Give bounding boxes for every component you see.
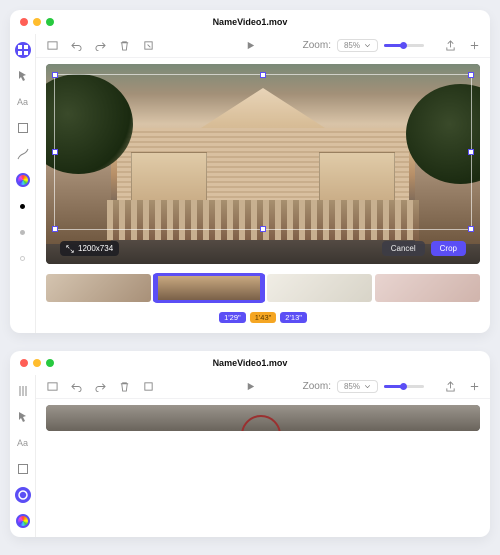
redo-icon[interactable] bbox=[94, 40, 106, 52]
trash-icon[interactable] bbox=[118, 40, 130, 52]
color-swatch-black[interactable] bbox=[15, 198, 31, 214]
crop-handle-tr[interactable] bbox=[468, 72, 474, 78]
shape-tool-icon[interactable] bbox=[15, 461, 31, 477]
zoom-window-button[interactable] bbox=[46, 359, 54, 367]
zoom-control: Zoom: 85% bbox=[303, 39, 424, 52]
text-tool-icon[interactable]: Aa bbox=[15, 435, 31, 451]
color-swatch-gray[interactable] bbox=[15, 224, 31, 240]
resize-icon bbox=[66, 245, 74, 253]
canvas-area bbox=[36, 399, 490, 431]
cursor-tool-icon[interactable] bbox=[15, 409, 31, 425]
video-stage[interactable]: 1200x734 Cancel Crop bbox=[46, 64, 480, 264]
titlebar: NameVideo1.mov bbox=[10, 351, 490, 375]
window-title: NameVideo1.mov bbox=[10, 17, 490, 27]
crop-button[interactable]: Crop bbox=[431, 241, 466, 256]
top-toolbar: Zoom: 85% bbox=[36, 375, 490, 399]
zoom-value: 85% bbox=[344, 41, 360, 50]
crop-handle-tl[interactable] bbox=[52, 72, 58, 78]
chevron-down-icon bbox=[364, 42, 371, 49]
time-marker[interactable]: 2'13" bbox=[280, 312, 307, 323]
zoom-value: 85% bbox=[344, 382, 360, 391]
titlebar: NameVideo1.mov bbox=[10, 10, 490, 34]
canvas-area: 1200x734 Cancel Crop bbox=[36, 58, 490, 268]
traffic-lights bbox=[20, 18, 54, 26]
zoom-label: Zoom: bbox=[303, 40, 331, 51]
pen-tool-icon[interactable] bbox=[15, 146, 31, 162]
zoom-dropdown[interactable]: 85% bbox=[337, 39, 378, 52]
editor-window-annotate: NameVideo1.mov Aa Zoom: 85 bbox=[10, 351, 490, 537]
trash-icon[interactable] bbox=[118, 381, 130, 393]
zoom-control: Zoom: 85% bbox=[303, 380, 424, 393]
minimize-window-button[interactable] bbox=[33, 359, 41, 367]
top-toolbar: Zoom: 85% bbox=[36, 34, 490, 58]
export-icon[interactable] bbox=[142, 381, 154, 393]
close-window-button[interactable] bbox=[20, 18, 28, 26]
color-wheel-icon[interactable] bbox=[15, 513, 31, 529]
crop-handle-tc[interactable] bbox=[260, 72, 266, 78]
traffic-lights bbox=[20, 359, 54, 367]
export-icon[interactable] bbox=[142, 40, 154, 52]
color-wheel-icon[interactable] bbox=[15, 172, 31, 188]
main-area: Zoom: 85% bbox=[36, 375, 490, 537]
time-marker-active[interactable]: 1'43" bbox=[250, 312, 277, 323]
play-icon[interactable] bbox=[244, 40, 256, 52]
video-stage[interactable] bbox=[46, 405, 480, 431]
grid-tool-icon[interactable] bbox=[15, 383, 31, 399]
circle-tool-icon[interactable] bbox=[15, 487, 31, 503]
clip-thumbnail[interactable] bbox=[46, 274, 151, 302]
color-swatch-white[interactable] bbox=[15, 250, 31, 266]
zoom-label: Zoom: bbox=[303, 381, 331, 392]
zoom-slider[interactable] bbox=[384, 385, 424, 388]
zoom-window-button[interactable] bbox=[46, 18, 54, 26]
share-icon[interactable] bbox=[444, 381, 456, 393]
window-title: NameVideo1.mov bbox=[10, 358, 490, 368]
tool-sidebar: Aa bbox=[10, 34, 36, 333]
crop-handle-ml[interactable] bbox=[52, 149, 58, 155]
time-marker[interactable]: 1'29" bbox=[219, 312, 246, 323]
main-area: Zoom: 85% bbox=[36, 34, 490, 333]
add-icon[interactable] bbox=[468, 381, 480, 393]
play-icon[interactable] bbox=[244, 381, 256, 393]
add-icon[interactable] bbox=[468, 40, 480, 52]
crop-actions: Cancel Crop bbox=[382, 241, 466, 256]
aspect-icon[interactable] bbox=[46, 381, 58, 393]
zoom-dropdown[interactable]: 85% bbox=[337, 380, 378, 393]
crop-handle-bl[interactable] bbox=[52, 226, 58, 232]
undo-icon[interactable] bbox=[70, 40, 82, 52]
crop-handle-bc[interactable] bbox=[260, 226, 266, 232]
clip-thumbnail[interactable] bbox=[267, 274, 372, 302]
crop-selection[interactable] bbox=[54, 74, 472, 230]
cursor-tool-icon[interactable] bbox=[15, 68, 31, 84]
timeline-filmstrip bbox=[36, 268, 490, 312]
timeline-markers: 1'29" 1'43" 2'13" bbox=[36, 312, 490, 333]
redo-icon[interactable] bbox=[94, 381, 106, 393]
minimize-window-button[interactable] bbox=[33, 18, 41, 26]
tool-sidebar: Aa bbox=[10, 375, 36, 537]
cancel-button[interactable]: Cancel bbox=[382, 241, 425, 256]
text-tool-icon[interactable]: Aa bbox=[15, 94, 31, 110]
clip-thumbnail-selected[interactable] bbox=[154, 274, 263, 302]
shape-tool-icon[interactable] bbox=[15, 120, 31, 136]
crop-handle-br[interactable] bbox=[468, 226, 474, 232]
editor-window-crop: NameVideo1.mov Aa Zoom: bbox=[10, 10, 490, 333]
crop-handle-mr[interactable] bbox=[468, 149, 474, 155]
dimensions-text: 1200x734 bbox=[78, 244, 113, 253]
share-icon[interactable] bbox=[444, 40, 456, 52]
zoom-slider[interactable] bbox=[384, 44, 424, 47]
undo-icon[interactable] bbox=[70, 381, 82, 393]
aspect-icon[interactable] bbox=[46, 40, 58, 52]
dimensions-pill: 1200x734 bbox=[60, 241, 119, 256]
grid-tool-icon[interactable] bbox=[15, 42, 31, 58]
close-window-button[interactable] bbox=[20, 359, 28, 367]
chevron-down-icon bbox=[364, 383, 371, 390]
clip-thumbnail[interactable] bbox=[375, 274, 480, 302]
